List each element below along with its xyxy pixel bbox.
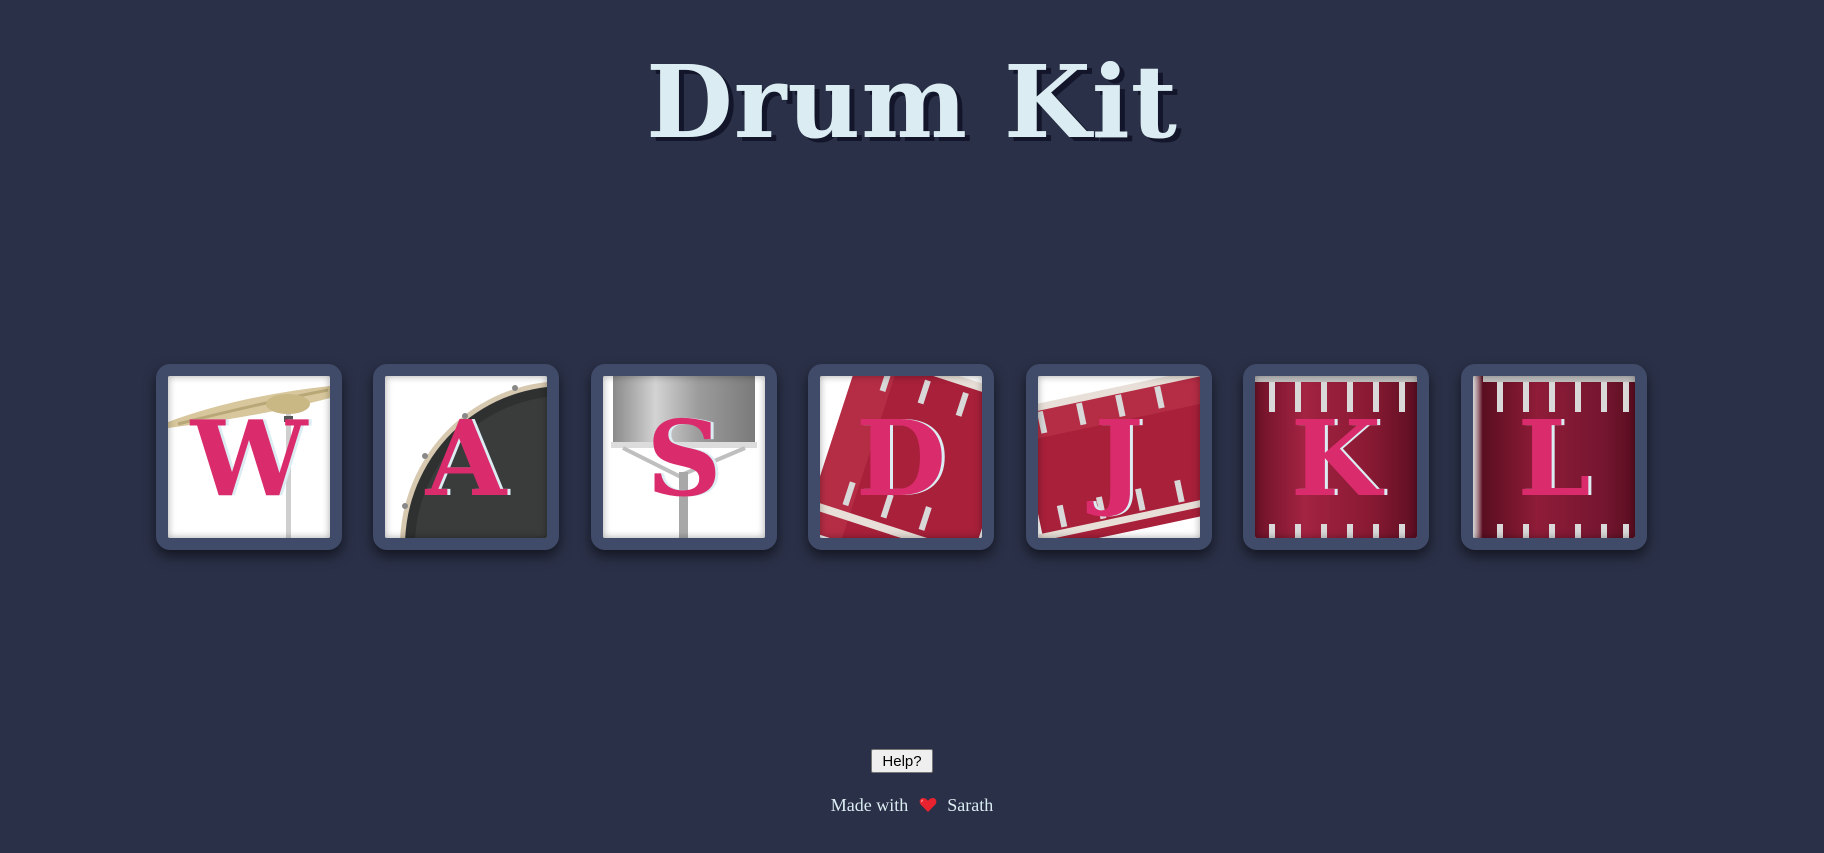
drum-key-label: S — [646, 397, 722, 520]
drum-button-crash[interactable]: W — [156, 364, 342, 550]
footer: Made with Sarath — [0, 795, 1824, 818]
drum-key-label: L — [1517, 397, 1591, 520]
drum-key-label: K — [1290, 397, 1382, 520]
drum-key-label: A — [425, 397, 507, 520]
drum-button-tom-2[interactable]: J — [1026, 364, 1212, 550]
help-button[interactable]: Help? — [871, 749, 933, 773]
drum-button-kick[interactable]: A — [373, 364, 559, 550]
heart-icon — [919, 797, 937, 818]
drum-button-tom-4[interactable]: L — [1461, 364, 1647, 550]
drum-set: W A S D J K L — [156, 364, 1656, 550]
drum-key-label: D — [855, 397, 947, 520]
drum-key-label: W — [190, 397, 308, 520]
drum-button-tom-1[interactable]: D — [808, 364, 994, 550]
drum-button-tom-3[interactable]: K — [1243, 364, 1429, 550]
drum-button-snare[interactable]: S — [591, 364, 777, 550]
drum-key-label: J — [1094, 397, 1144, 520]
footer-author: Sarath — [947, 795, 994, 815]
footer-made-with: Made with — [830, 795, 909, 815]
page: Drum Kit W A S D J K L Help? Made with S… — [0, 0, 1824, 853]
page-title: Drum Kit — [646, 43, 1178, 161]
